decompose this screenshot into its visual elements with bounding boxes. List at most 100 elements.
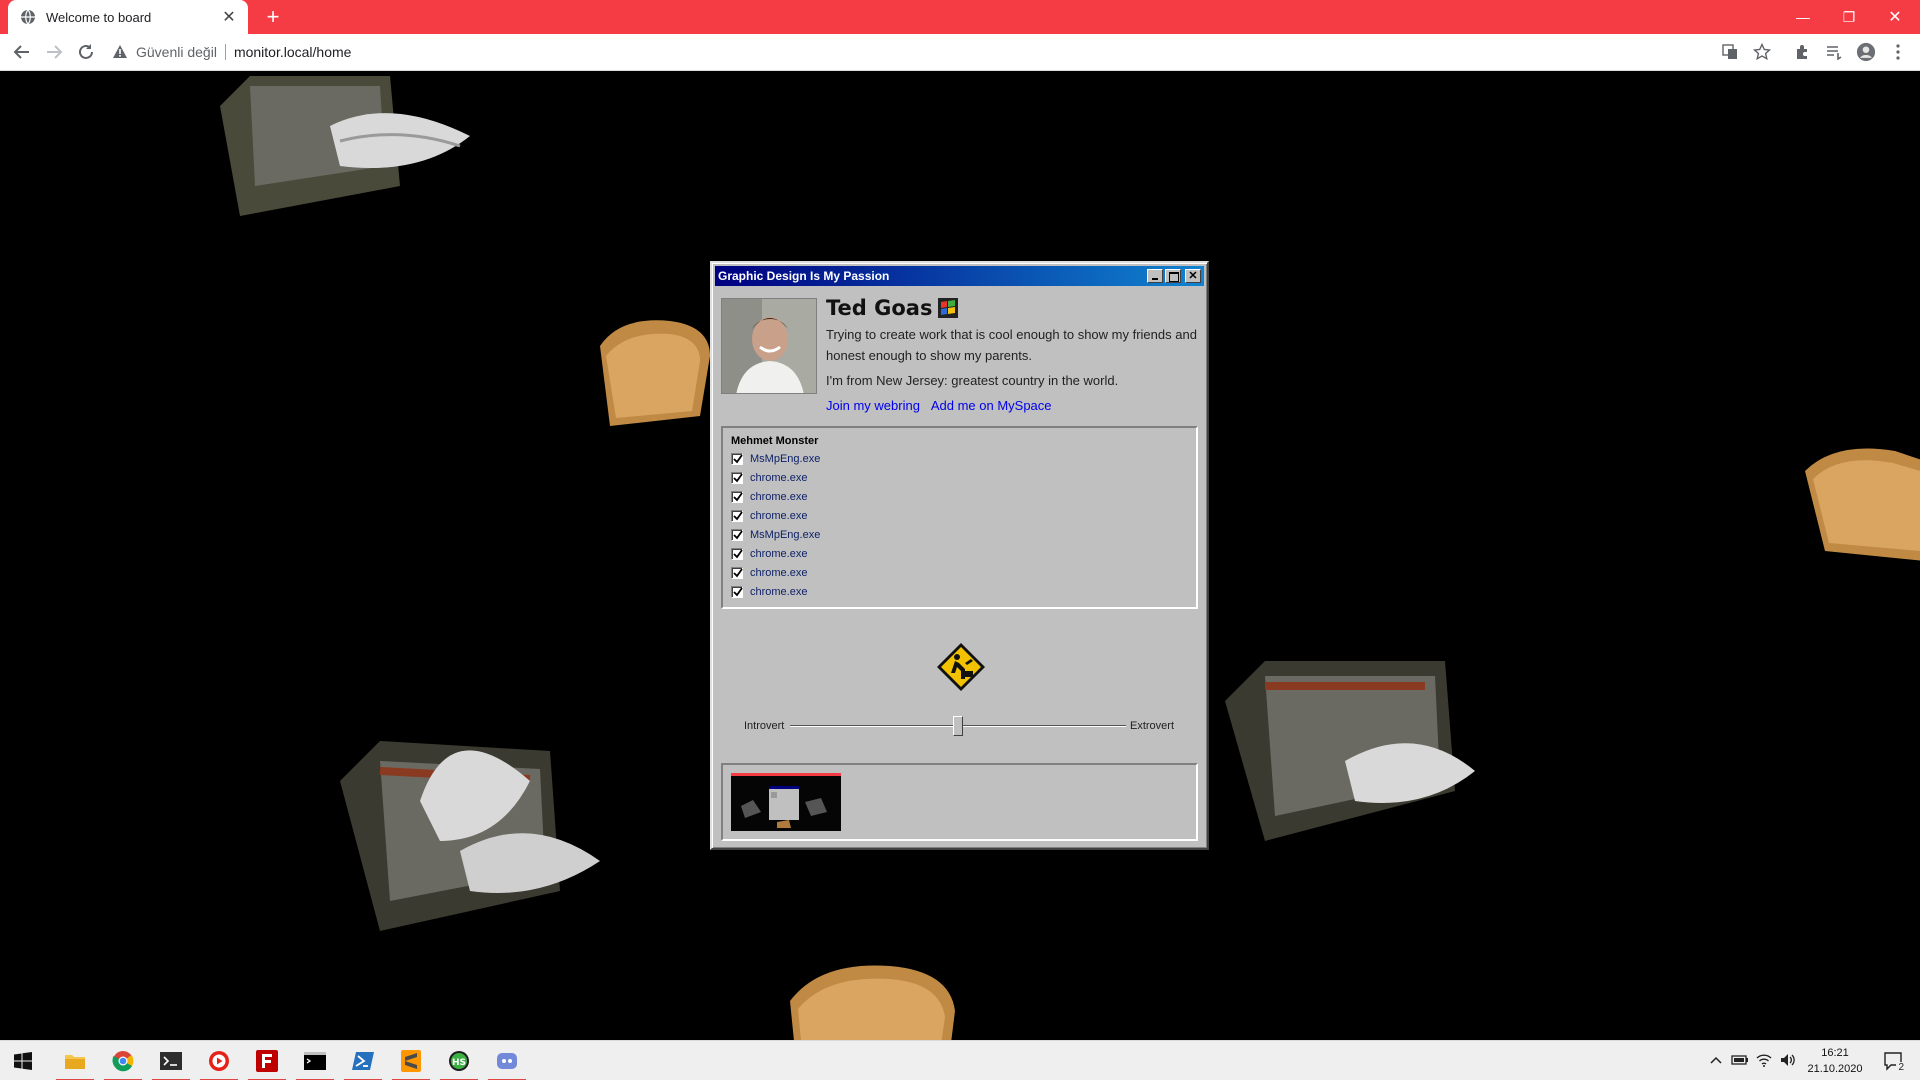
browser-toolbar: Güvenli değil monitor.local/home	[0, 34, 1920, 71]
close-window-icon[interactable]: ✕	[1872, 0, 1918, 34]
profile-bio: Trying to create work that is cool enoug…	[826, 327, 1197, 363]
taskbar-terminal[interactable]	[148, 1041, 194, 1080]
taskbar-powershell[interactable]	[340, 1041, 386, 1080]
svg-text:HS: HS	[452, 1058, 466, 1068]
myspace-link[interactable]: Add me on MySpace	[931, 398, 1052, 413]
security-status[interactable]: Güvenli değil	[136, 44, 217, 60]
chrome-menu-icon[interactable]	[1888, 42, 1908, 62]
tab-close-icon[interactable]: ✕	[220, 7, 238, 27]
screenshot-thumbnail[interactable]	[731, 773, 841, 831]
toast	[600, 320, 710, 426]
warning-icon	[113, 45, 127, 58]
new-tab-button[interactable]: +	[260, 4, 286, 30]
process-name: chrome.exe	[750, 509, 808, 522]
tray-volume-icon[interactable]	[1779, 1051, 1797, 1069]
clock-time: 16:21	[1821, 1047, 1849, 1059]
flying-toaster	[340, 741, 600, 931]
profile-window: Graphic Design Is My Passion ✕ Ted Goas	[710, 261, 1209, 850]
process-item[interactable]: chrome.exe	[731, 468, 1196, 487]
process-item[interactable]: MsMpEng.exe	[731, 525, 1196, 544]
process-item[interactable]: chrome.exe	[731, 563, 1196, 582]
browser-tab[interactable]: Welcome to board ✕	[8, 0, 248, 34]
window-maximize-button[interactable]	[1165, 269, 1181, 283]
slider-right-label: Extrovert	[1129, 720, 1174, 732]
process-name: chrome.exe	[750, 566, 808, 579]
window-minimize-button[interactable]	[1147, 269, 1163, 283]
profile-links: Join my webring Add me on MySpace	[826, 398, 1060, 413]
process-checkbox[interactable]	[731, 509, 743, 522]
process-checkbox[interactable]	[731, 566, 743, 579]
taskbar-chrome[interactable]	[100, 1041, 146, 1080]
hs-app-icon: HS	[449, 1051, 469, 1071]
taskbar-filezilla[interactable]	[244, 1041, 290, 1080]
extensions-icon[interactable]	[1792, 42, 1812, 62]
flying-toaster	[1225, 661, 1475, 841]
process-checkbox[interactable]	[731, 452, 743, 465]
process-name: MsMpEng.exe	[750, 528, 821, 541]
toast	[790, 965, 955, 1040]
process-name: chrome.exe	[750, 547, 808, 560]
notification-center-icon[interactable]: 2	[1880, 1049, 1908, 1073]
profile-name-text: Ted Goas	[826, 296, 933, 320]
process-checkbox[interactable]	[731, 585, 743, 598]
process-checkbox[interactable]	[731, 471, 743, 484]
process-checkbox[interactable]	[731, 528, 743, 541]
reload-icon[interactable]	[74, 40, 98, 64]
toast	[1805, 448, 1920, 561]
window-close-button[interactable]: ✕	[1185, 269, 1201, 283]
slider-left-label: Introvert	[744, 720, 785, 732]
process-item[interactable]: chrome.exe	[731, 582, 1196, 601]
media-player-icon	[209, 1051, 229, 1071]
process-item[interactable]: chrome.exe	[731, 544, 1196, 563]
reading-list-icon[interactable]	[1824, 42, 1844, 62]
url-text[interactable]: monitor.local/home	[234, 44, 352, 60]
tab-strip: Welcome to board ✕ + — ❐ ✕	[0, 0, 1920, 34]
slider-thumb[interactable]	[953, 716, 963, 736]
minimize-window-icon[interactable]: —	[1780, 0, 1826, 34]
profile-avatar-icon[interactable]	[1856, 42, 1876, 62]
process-name: chrome.exe	[750, 585, 808, 598]
profile-location: I'm from New Jersey: greatest country in…	[826, 373, 1119, 388]
folder-icon	[65, 1055, 85, 1069]
process-name: chrome.exe	[750, 471, 808, 484]
process-item[interactable]: MsMpEng.exe	[731, 449, 1196, 468]
process-item[interactable]: chrome.exe	[731, 506, 1196, 525]
start-button[interactable]	[0, 1041, 46, 1080]
address-bar[interactable]: Güvenli değil monitor.local/home	[112, 38, 351, 66]
tray-chevron-up-icon[interactable]	[1707, 1051, 1725, 1069]
window-title: Graphic Design Is My Passion	[718, 269, 890, 283]
address-divider	[224, 44, 226, 60]
chrome-icon	[112, 1051, 134, 1072]
page-viewport: Graphic Design Is My Passion ✕ Ted Goas	[0, 71, 1920, 1040]
terminal-icon	[160, 1052, 182, 1070]
translate-icon[interactable]	[1720, 42, 1740, 62]
process-checkbox[interactable]	[731, 547, 743, 560]
globe-icon	[21, 9, 35, 25]
filezilla-icon	[256, 1050, 278, 1072]
restore-window-icon[interactable]: ❐	[1826, 0, 1872, 34]
under-construction-icon	[937, 643, 985, 691]
tab-title: Welcome to board	[46, 9, 152, 25]
window-titlebar[interactable]: Graphic Design Is My Passion ✕	[715, 266, 1204, 286]
tray-battery-icon[interactable]	[1731, 1051, 1749, 1069]
discord-icon	[497, 1053, 517, 1069]
bookmark-star-icon[interactable]	[1752, 42, 1772, 62]
taskbar-clock[interactable]: 16:21 21.10.2020	[1800, 1045, 1870, 1077]
taskbar-sublime-text[interactable]	[388, 1041, 434, 1080]
tray-wifi-icon[interactable]	[1755, 1051, 1773, 1069]
forward-icon[interactable]	[42, 40, 66, 64]
process-name: chrome.exe	[750, 490, 808, 503]
flying-toaster	[220, 76, 470, 216]
process-checkbox[interactable]	[731, 490, 743, 503]
profile-photo	[721, 298, 817, 394]
back-icon[interactable]	[10, 40, 34, 64]
screenshot-panel	[721, 763, 1198, 841]
webring-link[interactable]: Join my webring	[826, 398, 920, 413]
taskbar-cmd[interactable]	[292, 1041, 338, 1080]
taskbar-discord[interactable]	[484, 1041, 530, 1080]
taskbar-file-explorer[interactable]	[52, 1041, 98, 1080]
windows-logo-icon	[938, 298, 959, 318]
taskbar-hs-app[interactable]: HS	[436, 1041, 482, 1080]
taskbar-media-player[interactable]	[196, 1041, 242, 1080]
process-item[interactable]: chrome.exe	[731, 487, 1196, 506]
